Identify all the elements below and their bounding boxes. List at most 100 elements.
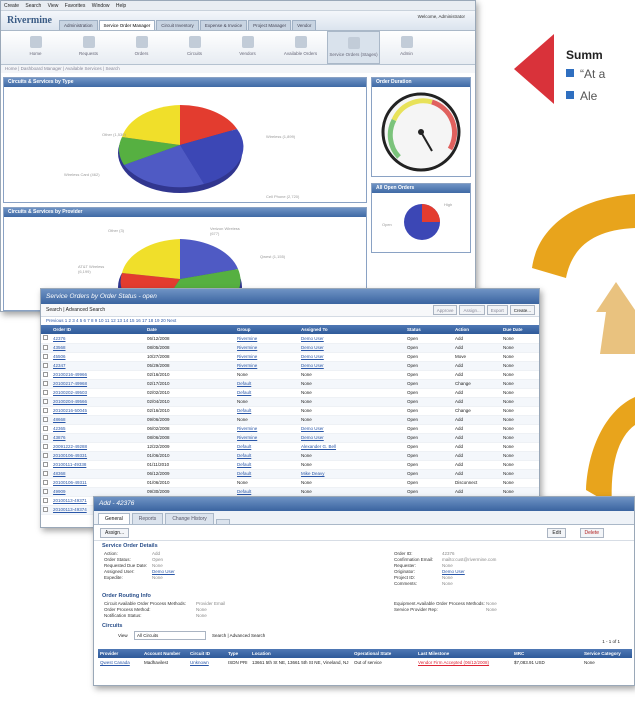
table-cell[interactable]: Rivermine [235, 334, 299, 344]
column-header[interactable]: Last Milestone [416, 649, 512, 658]
assign-button[interactable]: Assign... [459, 305, 485, 315]
table-row[interactable]: 42376 06/12/2008 Rivermine Demo User Open Add… [41, 334, 539, 344]
table-cell[interactable]: 43876 [51, 433, 145, 443]
checkbox-icon[interactable] [43, 335, 48, 341]
checkbox-icon[interactable] [43, 353, 48, 359]
checkbox-icon[interactable] [43, 425, 48, 431]
export-button[interactable]: Export [486, 305, 508, 315]
row-checkbox[interactable] [41, 361, 51, 371]
menu-favorites[interactable]: Favorites [65, 3, 86, 9]
table-cell[interactable]: Rivermine [235, 433, 299, 443]
tab-change-history[interactable]: Change History [165, 513, 214, 524]
checkbox-icon[interactable] [43, 371, 48, 377]
checkbox-icon[interactable] [43, 461, 48, 467]
assign-button[interactable]: Assign... [100, 528, 130, 538]
checkbox-icon[interactable] [43, 434, 48, 440]
section-service-order-details[interactable]: Service Order Details [94, 541, 634, 551]
table-cell[interactable]: 45506 [51, 352, 145, 362]
checkbox-icon[interactable] [43, 398, 48, 404]
table-row[interactable]: 42347 05/29/2008 Rivermine Demo User Open Add… [41, 361, 539, 371]
row-checkbox[interactable] [41, 334, 51, 344]
pagination[interactable]: Previous 1 2 3 4 5 6 7 8 9 10 11 12 13 1… [41, 317, 539, 325]
tab-service-order-manager[interactable]: Service Order Manager [98, 20, 156, 30]
table-cell[interactable]: 20100111-49338 [51, 460, 145, 470]
tab-vendor[interactable]: Vendor [292, 20, 317, 30]
table-cell[interactable]: Default [235, 460, 299, 470]
tab-more[interactable] [215, 519, 230, 524]
row-checkbox[interactable] [41, 370, 51, 380]
row-checkbox[interactable] [41, 505, 51, 515]
table-row[interactable]: 48668 09/06/2009 None None Open Add None [41, 415, 539, 425]
section-circuits[interactable]: Circuits [94, 621, 634, 631]
table-cell[interactable]: Mike Deavy [299, 469, 405, 479]
tool-available-orders[interactable]: Available Orders [274, 31, 327, 64]
table-cell[interactable]: Rivermine [235, 424, 299, 434]
table-cell[interactable]: Rivermine [235, 343, 299, 353]
row-checkbox[interactable] [41, 424, 51, 434]
table-cell[interactable]: Demo User [299, 424, 405, 434]
checkbox-icon[interactable] [43, 488, 48, 494]
table-row[interactable]: 45506 10/27/2008 Rivermine Demo User Open Mov… [41, 352, 539, 362]
table-cell[interactable]: Default [235, 487, 299, 497]
column-header[interactable]: Operational State [352, 649, 416, 658]
table-cell[interactable]: Default [235, 451, 299, 461]
table-cell[interactable]: 20091222-49288 [51, 442, 145, 452]
checkbox-icon[interactable] [43, 452, 48, 458]
row-checkbox[interactable] [41, 379, 51, 389]
column-header[interactable]: MRC [512, 649, 582, 658]
checkbox-icon[interactable] [43, 470, 48, 476]
row-checkbox[interactable] [41, 406, 51, 416]
column-header[interactable]: Circuit ID [188, 649, 226, 658]
row-checkbox[interactable] [41, 469, 51, 479]
column-header[interactable]: Service Category [582, 649, 632, 658]
table-cell[interactable]: Rivermine [235, 361, 299, 371]
table-cell[interactable]: 20100202-49503 [51, 388, 145, 398]
select-all-column[interactable] [41, 325, 51, 334]
checkbox-icon[interactable] [43, 479, 48, 485]
tab-expense-invoice[interactable]: Expense & Invoice [199, 20, 248, 30]
row-checkbox[interactable] [41, 415, 51, 425]
tool-vendors[interactable]: Vendors [221, 31, 274, 64]
table-cell[interactable]: Default [235, 469, 299, 479]
row-checkbox[interactable] [41, 451, 51, 461]
table-cell[interactable]: 42376 [51, 334, 145, 344]
row-checkbox[interactable] [41, 478, 51, 488]
table-cell[interactable]: Default [235, 379, 299, 389]
tab-reports[interactable]: Reports [131, 513, 164, 524]
table-row[interactable]: 43568 08/05/2008 Rivermine Demo User Open Add… [41, 343, 539, 353]
table-cell[interactable]: 20100204-49566 [51, 397, 145, 407]
tool-circuits[interactable]: Circuits [168, 31, 221, 64]
table-cell[interactable]: Demo User [299, 343, 405, 353]
table-row[interactable]: 20100202-49503 02/02/2010 Default None Open A… [41, 388, 539, 398]
table-cell[interactable]: Alexander G. Bell [299, 442, 405, 452]
table-cell[interactable]: 20100216-49966 [51, 370, 145, 380]
table-cell[interactable]: 42365 [51, 424, 145, 434]
table-row[interactable]: 48368 06/12/2009 Default Mike Deavy Open Add N… [41, 469, 539, 479]
table-cell[interactable]: Qwest Canada [98, 658, 142, 668]
table-row[interactable]: 20100217-49968 02/17/2010 Default None Open C… [41, 379, 539, 389]
sub-navigation[interactable]: Home | Dashboard Manager | Available Ser… [1, 65, 475, 73]
table-cell[interactable]: Demo User [299, 433, 405, 443]
row-checkbox[interactable] [41, 442, 51, 452]
tool-orders[interactable]: Orders [115, 31, 168, 64]
section-order-routing[interactable]: Order Routing Info [94, 591, 634, 601]
tab-circuit-inventory[interactable]: Circuit Inventory [156, 20, 199, 30]
checkbox-icon[interactable] [43, 497, 48, 503]
table-row[interactable]: 20100106-49311 01/06/2010 None None Open Disc… [41, 478, 539, 488]
row-checkbox[interactable] [41, 433, 51, 443]
view-select[interactable]: All Circuits [134, 631, 206, 640]
table-cell[interactable]: Default [235, 406, 299, 416]
column-header[interactable]: Group [235, 325, 299, 334]
table-cell[interactable]: 43568 [51, 343, 145, 353]
table-row[interactable]: 20091222-49288 12/22/2009 Default Alexander… [41, 442, 539, 452]
tool-admin[interactable]: Admin [380, 31, 433, 64]
checkbox-icon[interactable] [43, 389, 48, 395]
column-header[interactable]: Type [226, 649, 250, 658]
row-checkbox[interactable] [41, 343, 51, 353]
menu-view[interactable]: View [48, 3, 59, 9]
column-header[interactable]: Date [145, 325, 235, 334]
table-row[interactable]: 20100111-49338 01/11/2010 Default None Open A… [41, 460, 539, 470]
table-cell[interactable]: Unknown [188, 658, 226, 668]
edit-button[interactable]: Edit [547, 528, 566, 538]
column-header[interactable]: Account Number [142, 649, 188, 658]
